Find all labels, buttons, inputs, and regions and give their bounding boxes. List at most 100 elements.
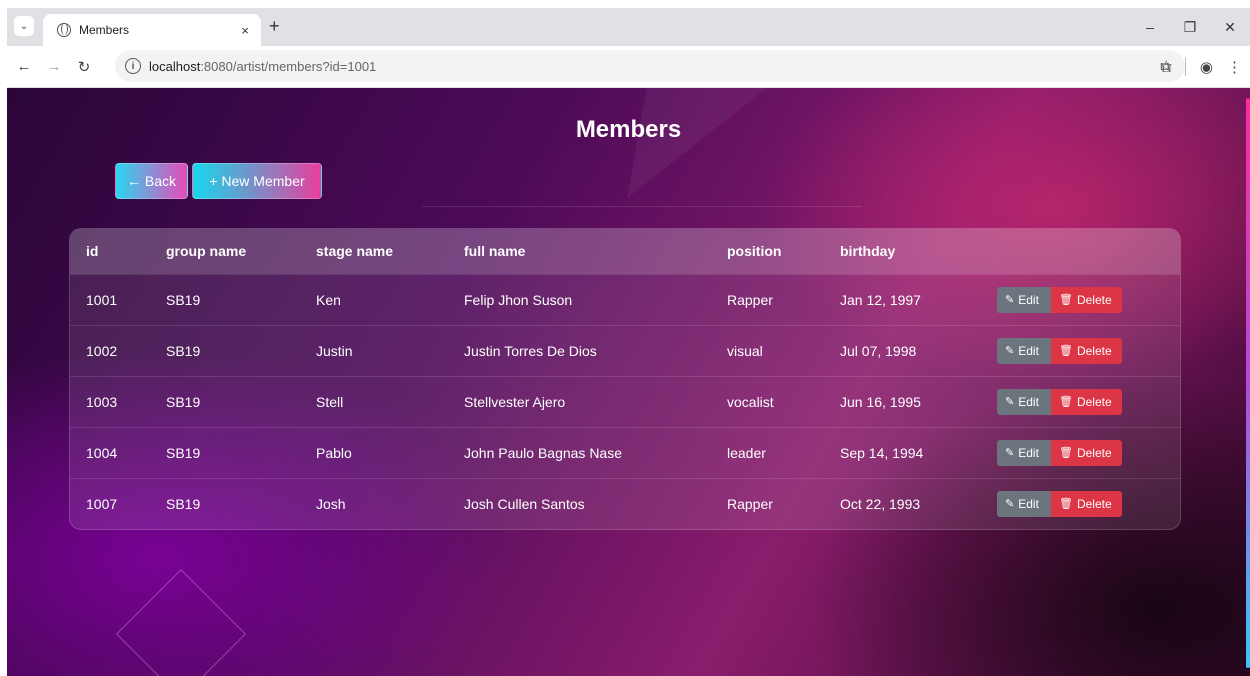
delete-button[interactable]: 🗑 Delete xyxy=(1051,388,1122,415)
pencil-icon: ✎ xyxy=(1005,345,1015,357)
header-id: id xyxy=(86,243,99,260)
tab-close-icon[interactable]: × xyxy=(241,23,249,38)
globe-icon xyxy=(57,23,71,37)
edit-label: Edit xyxy=(1018,445,1039,460)
cell-stage-name: Justin xyxy=(316,342,353,359)
edit-label: Edit xyxy=(1018,394,1039,409)
back-arrow-icon[interactable]: ← xyxy=(11,58,37,75)
cell-birthday: Sep 14, 1994 xyxy=(840,444,924,461)
trash-icon: 🗑 xyxy=(1059,294,1073,306)
trash-icon: 🗑 xyxy=(1059,345,1073,357)
browser-window: ⌄ Members × + – ❐ ✕ ← → ↻ i localhost:80… xyxy=(7,8,1250,676)
profile-icon[interactable]: ◉ xyxy=(1200,58,1213,76)
cell-stage-name: Pablo xyxy=(316,444,352,461)
cell-full-name: Josh Cullen Santos xyxy=(464,495,585,512)
header-actions xyxy=(997,229,1180,274)
toolbar-actions: ⧉ ◉ ⋮ xyxy=(1160,46,1242,88)
tab-members[interactable]: Members × xyxy=(43,14,261,46)
cell-full-name: John Paulo Bagnas Nase xyxy=(464,444,622,461)
cell-position: leader xyxy=(727,444,766,461)
reload-icon[interactable]: ↻ xyxy=(71,58,97,76)
pencil-icon: ✎ xyxy=(1005,447,1015,459)
header-position: position xyxy=(727,243,782,260)
table-row: 1002 SB19 Justin Justin Torres De Dios v… xyxy=(70,325,1180,376)
edit-button[interactable]: ✎ Edit xyxy=(997,439,1051,466)
cell-id: 1004 xyxy=(86,444,118,461)
tab-search-icon[interactable]: ⌄ xyxy=(14,16,34,36)
window-controls: – ❐ ✕ xyxy=(1130,8,1250,46)
members-table: id group name stage name full name posit… xyxy=(69,228,1181,530)
table-header-row: id group name stage name full name posit… xyxy=(70,229,1180,274)
cell-id: 1007 xyxy=(86,495,118,512)
header-birthday: birthday xyxy=(840,243,896,260)
cell-birthday: Jul 07, 1998 xyxy=(840,342,917,359)
title-divider xyxy=(422,206,862,207)
scroll-accent-bar xyxy=(1246,98,1250,668)
url-host: localhost xyxy=(149,58,201,74)
delete-button[interactable]: 🗑 Delete xyxy=(1051,286,1122,313)
cell-position: Rapper xyxy=(727,291,773,308)
cell-position: vocalist xyxy=(727,393,774,410)
edit-button[interactable]: ✎ Edit xyxy=(997,337,1051,364)
decorative-square xyxy=(115,568,247,676)
cell-id: 1003 xyxy=(86,393,118,410)
back-button[interactable]: ← Back xyxy=(115,163,188,199)
cell-stage-name: Josh xyxy=(316,495,346,512)
header-group-name: group name xyxy=(166,243,247,260)
page-title: Members xyxy=(575,116,682,143)
pencil-icon: ✎ xyxy=(1005,396,1015,408)
delete-label: Delete xyxy=(1076,445,1112,460)
table-row: 1001 SB19 Ken Felip Jhon Suson Rapper Ja… xyxy=(70,274,1180,325)
tab-strip: ⌄ Members × + – ❐ ✕ xyxy=(7,8,1250,46)
delete-label: Delete xyxy=(1076,343,1112,358)
cell-stage-name: Ken xyxy=(316,291,341,308)
cell-full-name: Justin Torres De Dios xyxy=(464,342,597,359)
close-icon[interactable]: ✕ xyxy=(1210,19,1250,36)
new-tab-icon[interactable]: + xyxy=(269,16,280,37)
delete-button[interactable]: 🗑 Delete xyxy=(1051,439,1122,466)
cell-birthday: Jun 16, 1995 xyxy=(840,393,921,410)
delete-label: Delete xyxy=(1076,394,1112,409)
toolbar-divider xyxy=(1184,58,1186,76)
tab-title: Members xyxy=(79,23,130,37)
cell-actions: ✎ Edit 🗑 Delete xyxy=(997,376,1180,427)
menu-icon[interactable]: ⋮ xyxy=(1227,58,1242,76)
trash-icon: 🗑 xyxy=(1059,396,1073,408)
edit-button[interactable]: ✎ Edit xyxy=(997,388,1051,415)
table-row: 1007 SB19 Josh Josh Cullen Santos Rapper… xyxy=(70,478,1180,529)
edit-label: Edit xyxy=(1018,343,1039,358)
cell-group-name: SB19 xyxy=(166,495,201,512)
cell-group-name: SB19 xyxy=(166,342,201,359)
cell-position: Rapper xyxy=(727,495,773,512)
forward-arrow-icon[interactable]: → xyxy=(41,58,67,75)
cell-id: 1002 xyxy=(86,342,118,359)
new-member-button[interactable]: + New Member xyxy=(192,163,322,199)
delete-label: Delete xyxy=(1076,292,1112,307)
edit-button[interactable]: ✎ Edit xyxy=(997,286,1051,313)
pencil-icon: ✎ xyxy=(1005,294,1015,306)
minimize-icon[interactable]: – xyxy=(1130,19,1170,35)
table-row: 1004 SB19 Pablo John Paulo Bagnas Nase l… xyxy=(70,427,1180,478)
info-icon[interactable]: i xyxy=(125,58,141,74)
cell-birthday: Jan 12, 1997 xyxy=(840,291,921,308)
delete-button[interactable]: 🗑 Delete xyxy=(1051,337,1122,364)
cell-group-name: SB19 xyxy=(166,444,201,461)
cell-birthday: Oct 22, 1993 xyxy=(840,495,921,512)
cell-actions: ✎ Edit 🗑 Delete xyxy=(997,427,1180,478)
cell-actions: ✎ Edit 🗑 Delete xyxy=(997,274,1180,325)
cell-stage-name: Stell xyxy=(316,393,344,410)
cell-group-name: SB19 xyxy=(166,291,201,308)
delete-button[interactable]: 🗑 Delete xyxy=(1051,490,1122,517)
edit-label: Edit xyxy=(1018,292,1039,307)
restore-icon[interactable]: ❐ xyxy=(1170,19,1210,36)
extensions-icon[interactable]: ⧉ xyxy=(1160,59,1171,76)
browser-toolbar: ← → ↻ i localhost:8080/artist/members?id… xyxy=(7,46,1250,88)
cell-position: visual xyxy=(727,342,763,359)
edit-button[interactable]: ✎ Edit xyxy=(997,490,1051,517)
cell-actions: ✎ Edit 🗑 Delete xyxy=(997,478,1180,529)
page-content: Members ← Back + New Member id group nam… xyxy=(7,88,1250,676)
address-bar[interactable]: i localhost:8080/artist/members?id=1001 … xyxy=(115,50,1185,82)
delete-label: Delete xyxy=(1076,496,1112,511)
cell-full-name: Stellvester Ajero xyxy=(464,393,566,410)
header-full-name: full name xyxy=(464,243,526,260)
